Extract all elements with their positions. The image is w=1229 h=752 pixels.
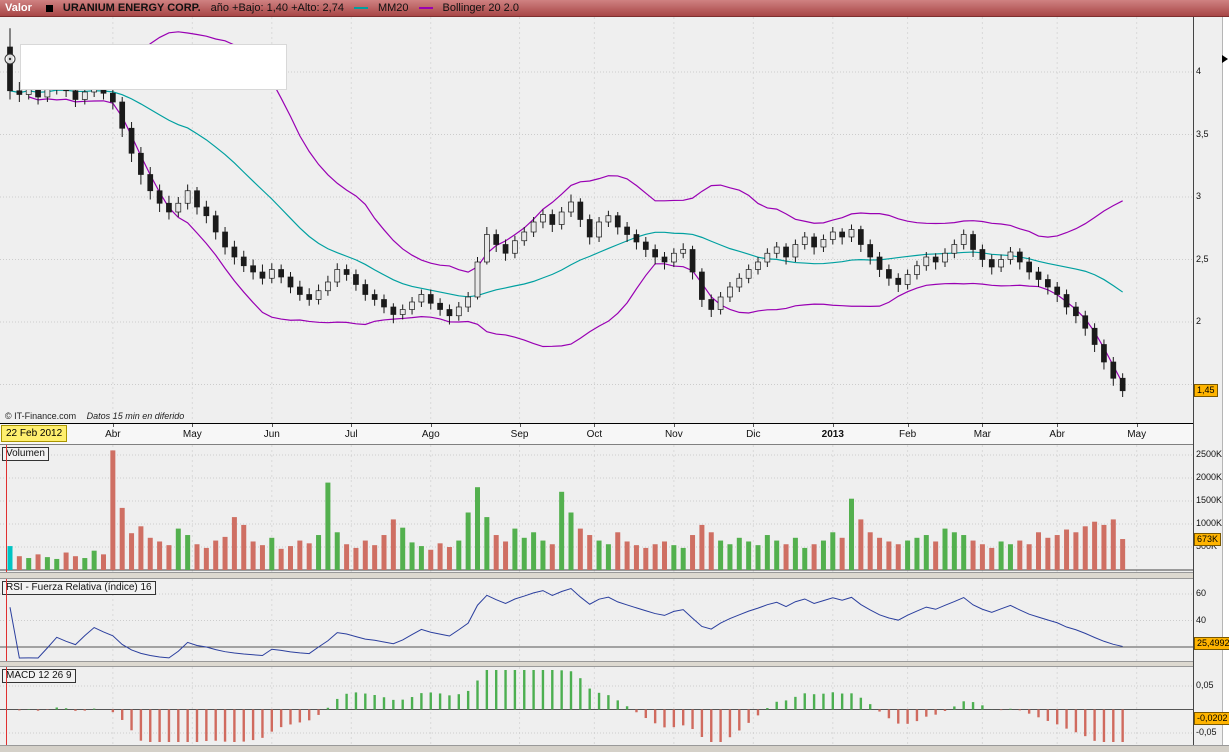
volume-panel-label[interactable]: Volumen — [2, 447, 49, 461]
date-axis-tick — [674, 424, 675, 427]
date-axis-month-label: Feb — [899, 429, 916, 440]
date-axis-month-label: Dic — [746, 429, 760, 440]
axis-tick-label: 2,5 — [1196, 254, 1209, 264]
date-axis-tick — [520, 424, 521, 427]
watermark: © IT-Finance.com Datos 15 min en diferid… — [5, 411, 184, 421]
date-axis-month-label: May — [1127, 429, 1146, 440]
volume-chart[interactable] — [0, 445, 1193, 572]
cursor-date-box: 22 Feb 2012 — [1, 425, 67, 442]
date-axis-tick — [982, 424, 983, 427]
axis-tick-label: 1000K — [1196, 518, 1222, 528]
date-axis-month-label: Abr — [105, 429, 121, 440]
date-axis-month-label: Sep — [511, 429, 529, 440]
mm20-indicator-label[interactable]: MM20 — [378, 2, 409, 14]
instrument-color-swatch — [46, 5, 53, 12]
macd-chart[interactable] — [0, 667, 1193, 745]
axis-tick-label: 3 — [1196, 191, 1201, 201]
value-axis-column[interactable] — [1193, 17, 1223, 745]
axis-tick-label: 2500K — [1196, 449, 1222, 459]
header-bar: Valor URANIUM ENERGY CORP. año +Bajo: 1,… — [0, 0, 1229, 17]
volume-panel[interactable]: Volumen — [0, 445, 1193, 572]
copyright-text: © IT-Finance.com — [5, 411, 76, 421]
date-axis[interactable]: Abr May Jun Jul Ago Sep Oct Nov Dic 2013 Feb Mar Abr… — [0, 423, 1193, 445]
right-edge-strip — [1222, 17, 1229, 745]
date-cursor-line — [6, 667, 7, 745]
macd-panel-label[interactable]: MACD 12 26 9 — [2, 669, 76, 683]
axis-tick-label: -0,05 — [1196, 727, 1217, 737]
panel-title: Valor — [5, 2, 32, 14]
price-panel[interactable]: © IT-Finance.com Datos 15 min en diferid… — [0, 17, 1193, 423]
last-rsi-box: 25,4992 — [1194, 637, 1229, 650]
date-axis-month-label: Jul — [345, 429, 358, 440]
axis-tick-label: 60 — [1196, 588, 1206, 598]
axis-tick-label: 4 — [1196, 66, 1201, 76]
rsi-panel-label[interactable]: RSI - Fuerza Relativa (índice) 16 — [2, 581, 156, 595]
tooltip-overlay — [20, 44, 287, 90]
rsi-panel[interactable]: RSI - Fuerza Relativa (índice) 16 — [0, 579, 1193, 661]
last-macd-box: -0,0202 — [1194, 712, 1229, 725]
date-axis-tick — [351, 424, 352, 427]
mm20-color-swatch — [354, 7, 368, 9]
date-cursor-line — [6, 579, 7, 661]
date-axis-tick — [192, 424, 193, 427]
last-volume-box: 673K — [1194, 533, 1221, 546]
date-axis-tick — [833, 424, 834, 427]
date-axis-month-label: Mar — [974, 429, 991, 440]
date-axis-month-label: May — [183, 429, 202, 440]
date-axis-tick — [908, 424, 909, 427]
date-axis-month-label: Oct — [587, 429, 603, 440]
chart-application-window: Valor URANIUM ENERGY CORP. año +Bajo: 1,… — [0, 0, 1229, 752]
date-axis-month-label: Nov — [665, 429, 683, 440]
date-axis-tick — [1137, 424, 1138, 427]
year-range-info: año +Bajo: 1,40 +Alto: 2,74 — [211, 2, 344, 14]
date-axis-month-label: Ago — [422, 429, 440, 440]
date-axis-month-label: Jun — [264, 429, 280, 440]
axis-tick-label: 40 — [1196, 615, 1206, 625]
axis-tick-label: 0,05 — [1196, 680, 1214, 690]
instrument-name[interactable]: URANIUM ENERGY CORP. — [63, 2, 201, 14]
date-axis-tick — [594, 424, 595, 427]
date-axis-tick — [431, 424, 432, 427]
collapse-arrow-icon[interactable] — [1222, 55, 1228, 63]
date-axis-month-label: 2013 — [822, 429, 844, 440]
bollinger-indicator-label[interactable]: Bollinger 20 2.0 — [443, 2, 519, 14]
last-price-box: 1,45 — [1194, 384, 1218, 397]
panel-splitter[interactable] — [0, 572, 1229, 579]
bottom-window-strip — [0, 745, 1229, 752]
delay-note: Datos 15 min en diferido — [87, 411, 185, 421]
date-axis-tick — [113, 424, 114, 427]
date-axis-tick — [1057, 424, 1058, 427]
axis-tick-label: 1500K — [1196, 495, 1222, 505]
date-axis-tick — [753, 424, 754, 427]
date-axis-tick — [272, 424, 273, 427]
bollinger-color-swatch — [419, 7, 433, 9]
macd-panel[interactable]: MACD 12 26 9 — [0, 667, 1193, 745]
date-axis-month-label: Abr — [1049, 429, 1065, 440]
date-cursor-line — [6, 445, 7, 572]
axis-tick-label: 2 — [1196, 316, 1201, 326]
axis-tick-label: 2000K — [1196, 472, 1222, 482]
rsi-chart[interactable] — [0, 579, 1193, 661]
axis-tick-label: 3,5 — [1196, 129, 1209, 139]
